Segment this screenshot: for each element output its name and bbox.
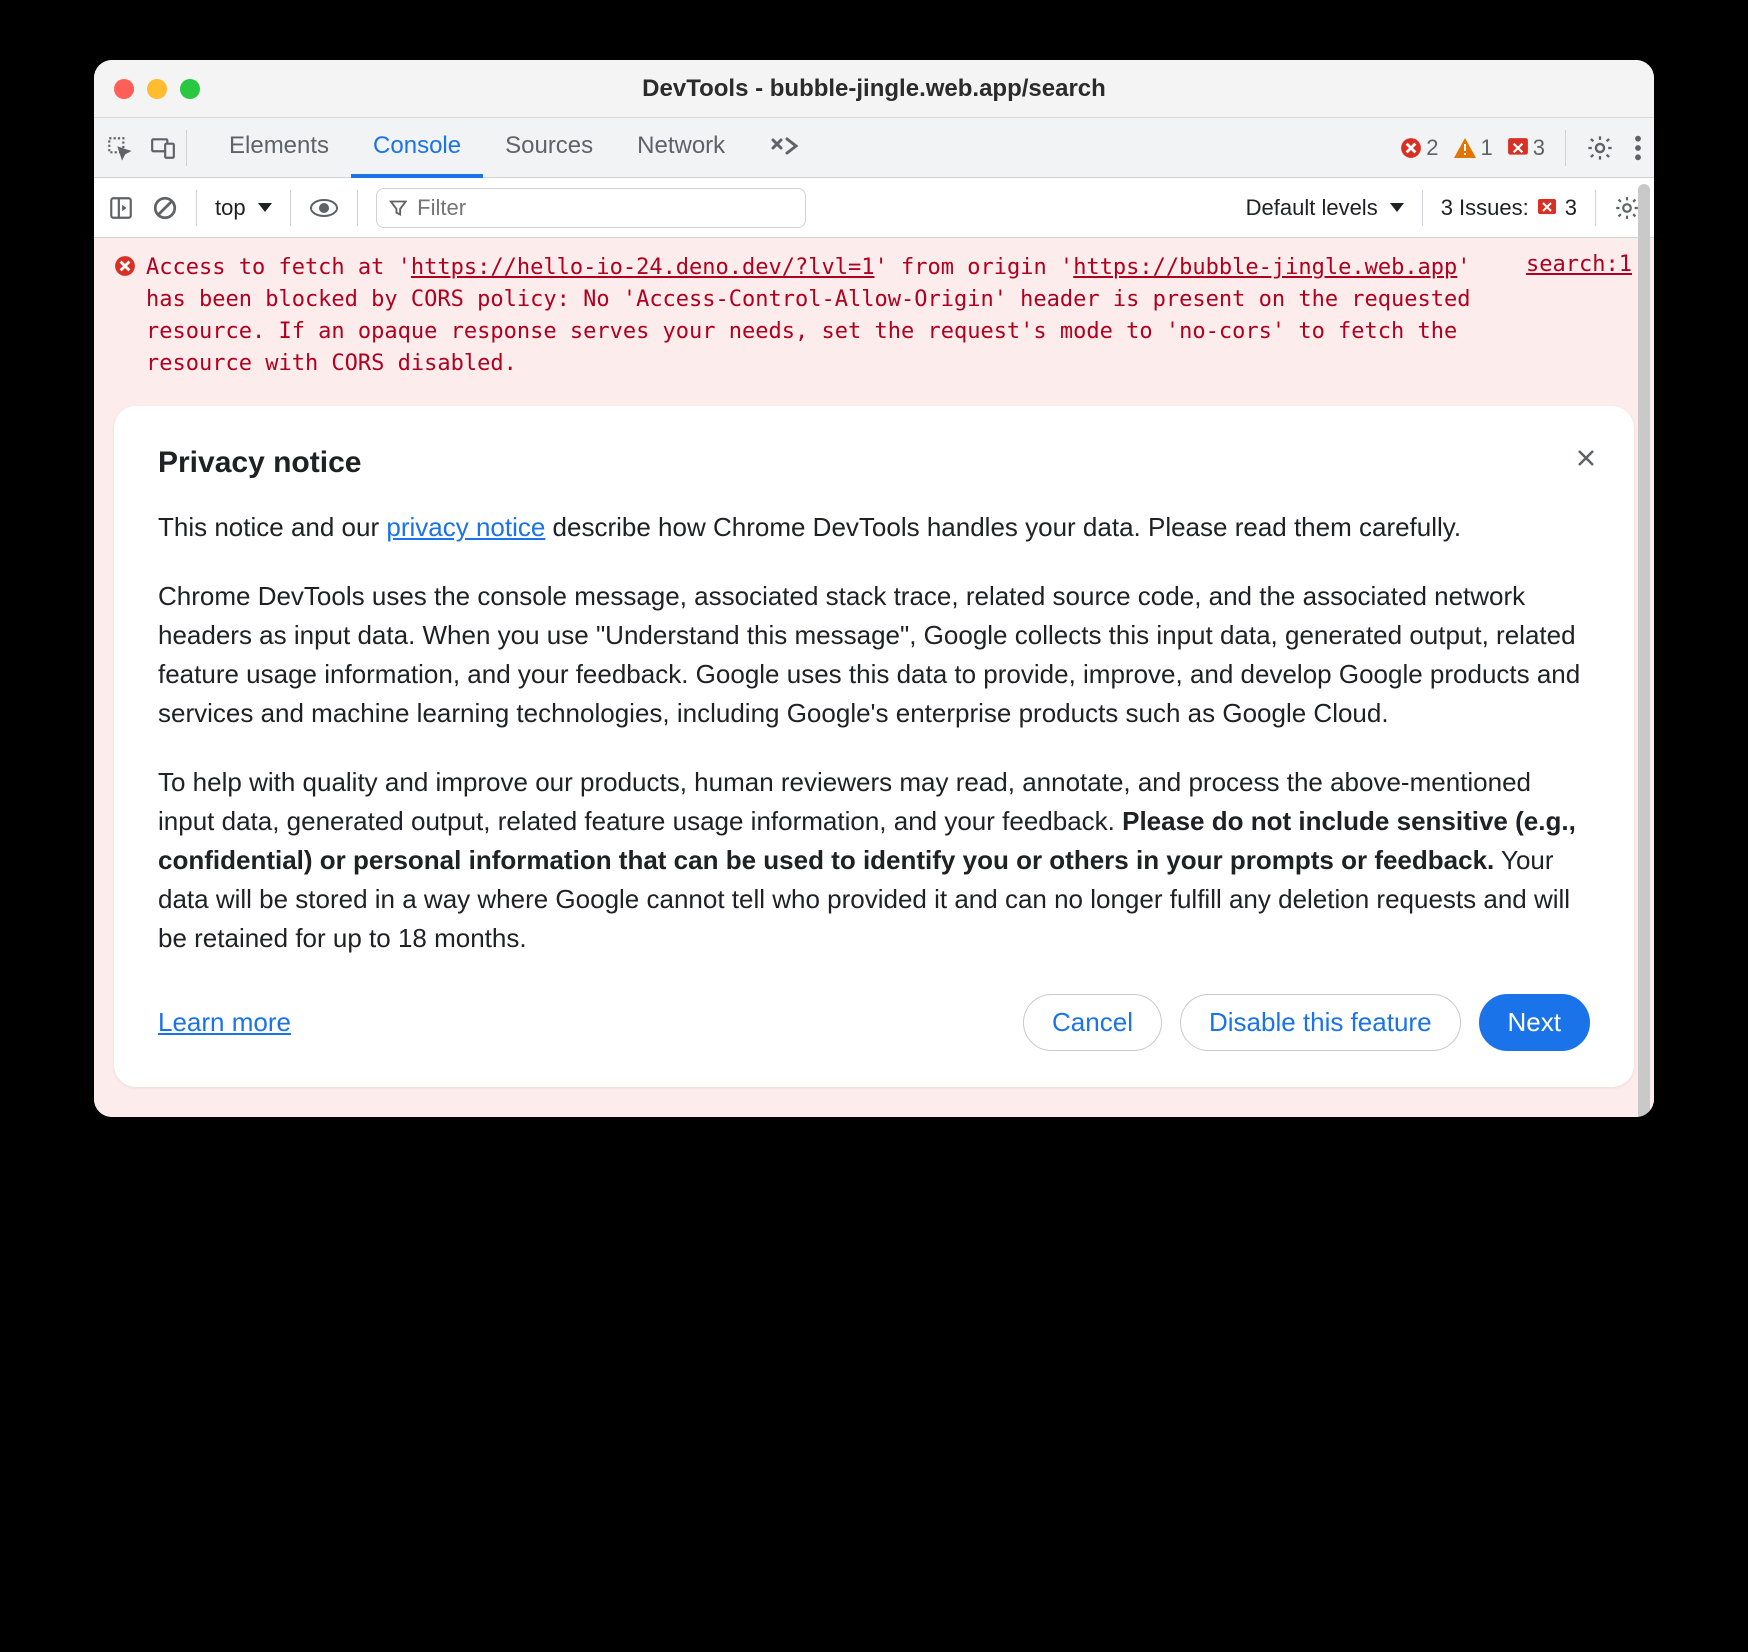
tab-network[interactable]: Network [615,118,747,178]
console-error-message[interactable]: Access to fetch at 'https://hello-io-24.… [114,252,1634,380]
error-icon [114,255,136,277]
tabs-overflow-button[interactable] [747,118,821,178]
inspect-icon[interactable] [106,135,132,161]
close-icon[interactable] [1574,446,1598,470]
window-title: DevTools - bubble-jingle.web.app/search [94,75,1654,103]
main-tabstrip: Elements Console Sources Network 2 1 3 [94,118,1654,178]
issues-counter[interactable]: 3 Issues: 3 [1441,195,1577,221]
titlebar: DevTools - bubble-jingle.web.app/search [94,60,1654,118]
privacy-title: Privacy notice [158,446,1590,480]
console-settings-icon[interactable] [1614,195,1640,221]
toggle-sidebar-icon[interactable] [108,195,134,221]
next-button[interactable]: Next [1479,994,1590,1051]
status-badges[interactable]: 2 1 3 [1400,135,1545,161]
tab-console[interactable]: Console [351,118,483,178]
console-toolbar: top Default levels 3 Issues: 3 [94,178,1654,238]
clear-console-icon[interactable] [152,195,178,221]
error-url-1[interactable]: https://hello-io-24.deno.dev/?lvl=1 [411,255,875,280]
tab-elements[interactable]: Elements [207,118,351,178]
filter-text-field[interactable] [417,195,792,221]
filter-input[interactable] [376,188,806,228]
console-messages: search:1 Access to fetch at 'https://hel… [94,238,1654,1117]
privacy-footer: Learn more Cancel Disable this feature N… [158,994,1590,1051]
learn-more-link[interactable]: Learn more [158,1007,291,1038]
privacy-para3: To help with quality and improve our pro… [158,763,1590,958]
disable-feature-button[interactable]: Disable this feature [1180,994,1461,1051]
context-selector[interactable]: top [215,195,272,221]
live-expression-icon[interactable] [309,197,339,219]
settings-icon[interactable] [1586,134,1614,162]
privacy-intro: This notice and our privacy notice descr… [158,508,1590,547]
scrollbar-thumb[interactable] [1638,184,1650,1117]
more-menu-icon[interactable] [1634,134,1642,162]
error-url-2[interactable]: https://bubble-jingle.web.app [1073,255,1457,280]
devtools-window: DevTools - bubble-jingle.web.app/search … [94,60,1654,1117]
tab-sources[interactable]: Sources [483,118,615,178]
warnings-badge[interactable]: 1 [1453,135,1493,161]
privacy-notice-link[interactable]: privacy notice [386,512,545,542]
errors-badge[interactable]: 2 [1400,135,1438,161]
log-levels-selector[interactable]: Default levels [1246,195,1404,221]
messages-badge[interactable]: 3 [1507,135,1545,161]
device-toolbar-icon[interactable] [150,135,176,161]
privacy-para2: Chrome DevTools uses the console message… [158,577,1590,733]
filter-icon [389,198,408,218]
cancel-button[interactable]: Cancel [1023,994,1162,1051]
privacy-notice-card: Privacy notice This notice and our priva… [114,406,1634,1087]
